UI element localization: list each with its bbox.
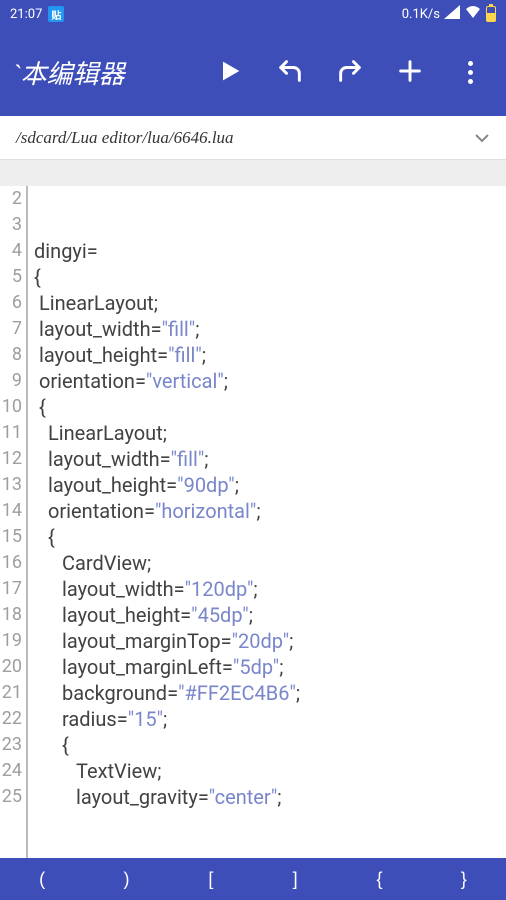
line-number: 2 (0, 186, 22, 212)
line-number: 18 (0, 602, 22, 628)
file-path: /sdcard/Lua editor/lua/6646.lua (16, 128, 234, 148)
code-line[interactable]: { (34, 732, 506, 758)
line-number: 3 (0, 212, 22, 238)
line-number: 14 (0, 498, 22, 524)
code-line[interactable]: LinearLayout; (34, 290, 506, 316)
undo-icon (276, 57, 304, 88)
status-bar: 21:07 贴 0.1K/s (0, 0, 506, 28)
battery-icon (486, 6, 496, 22)
code-editor[interactable]: 1234567891011121314151617181920212223242… (0, 160, 506, 858)
line-number: 11 (0, 420, 22, 446)
line-gutter: 1234567891011121314151617181920212223242… (0, 160, 28, 858)
code-line[interactable]: { (34, 264, 506, 290)
status-app-icon: 贴 (48, 6, 64, 22)
chevron-down-icon[interactable] (474, 128, 490, 148)
code-line[interactable]: TextView; (34, 758, 506, 784)
code-line[interactable]: CardView; (34, 550, 506, 576)
plus-icon (396, 57, 424, 88)
symbol-key[interactable]: ] (253, 858, 337, 900)
status-time: 21:07 (10, 7, 42, 22)
line-number: 17 (0, 576, 22, 602)
line-number: 15 (0, 524, 22, 550)
line-number: 13 (0, 472, 22, 498)
status-net-speed: 0.1K/s (402, 7, 440, 22)
toolbar: `本编辑器 (0, 28, 506, 116)
line-number: 25 (0, 784, 22, 810)
line-number: 12 (0, 446, 22, 472)
line-number: 19 (0, 628, 22, 654)
symbol-key[interactable]: ) (84, 858, 168, 900)
line-number: 1 (0, 160, 22, 186)
code-line[interactable]: layout_height="fill"; (34, 342, 506, 368)
line-number: 7 (0, 316, 22, 342)
line-number: 9 (0, 368, 22, 394)
code-line[interactable]: { (34, 524, 506, 550)
code-line[interactable]: background="#FF2EC4B6"; (34, 680, 506, 706)
code-line[interactable]: layout_marginTop="20dp"; (34, 628, 506, 654)
more-vert-icon (468, 61, 473, 84)
code-line[interactable]: orientation="horizontal"; (34, 498, 506, 524)
run-button[interactable] (202, 44, 258, 100)
line-number: 16 (0, 550, 22, 576)
redo-icon (336, 57, 364, 88)
line-number: 20 (0, 654, 22, 680)
code-line[interactable]: layout_gravity="center"; (34, 784, 506, 810)
symbol-key[interactable]: [ (169, 858, 253, 900)
code-line[interactable]: layout_height="45dp"; (34, 602, 506, 628)
line-number: 21 (0, 680, 22, 706)
symbol-key[interactable]: ( (0, 858, 84, 900)
wifi-icon (464, 5, 482, 23)
menu-button[interactable] (442, 44, 498, 100)
line-number: 5 (0, 264, 22, 290)
play-icon (216, 57, 244, 88)
line-number: 6 (0, 290, 22, 316)
code-line[interactable]: layout_width="fill"; (34, 316, 506, 342)
code-line[interactable]: LinearLayout; (34, 420, 506, 446)
code-line[interactable]: dingyi= (34, 238, 506, 264)
app-title: `本编辑器 (8, 54, 125, 91)
path-bar[interactable]: /sdcard/Lua editor/lua/6646.lua (0, 116, 506, 160)
code-line[interactable]: orientation="vertical"; (34, 368, 506, 394)
code-line[interactable]: layout_width="120dp"; (34, 576, 506, 602)
code-line[interactable] (34, 212, 506, 238)
symbol-key[interactable]: } (422, 858, 506, 900)
add-button[interactable] (382, 44, 438, 100)
code-line[interactable]: { (34, 394, 506, 420)
code-line[interactable]: layout_width="fill"; (34, 446, 506, 472)
undo-button[interactable] (262, 44, 318, 100)
redo-button[interactable] (322, 44, 378, 100)
code-line[interactable]: layout_marginLeft="5dp"; (34, 654, 506, 680)
code-area[interactable]: dingyi={ LinearLayout; layout_width="fil… (28, 160, 506, 858)
line-number: 23 (0, 732, 22, 758)
line-number: 22 (0, 706, 22, 732)
line-number: 10 (0, 394, 22, 420)
code-line[interactable] (34, 186, 506, 212)
line-number: 8 (0, 342, 22, 368)
code-line[interactable]: radius="15"; (34, 706, 506, 732)
symbol-bar: ()[]{} (0, 858, 506, 900)
signal-icon (444, 5, 460, 23)
line-number: 4 (0, 238, 22, 264)
symbol-key[interactable]: { (337, 858, 421, 900)
code-line[interactable]: layout_height="90dp"; (34, 472, 506, 498)
line-number: 24 (0, 758, 22, 784)
code-line[interactable] (34, 160, 506, 186)
